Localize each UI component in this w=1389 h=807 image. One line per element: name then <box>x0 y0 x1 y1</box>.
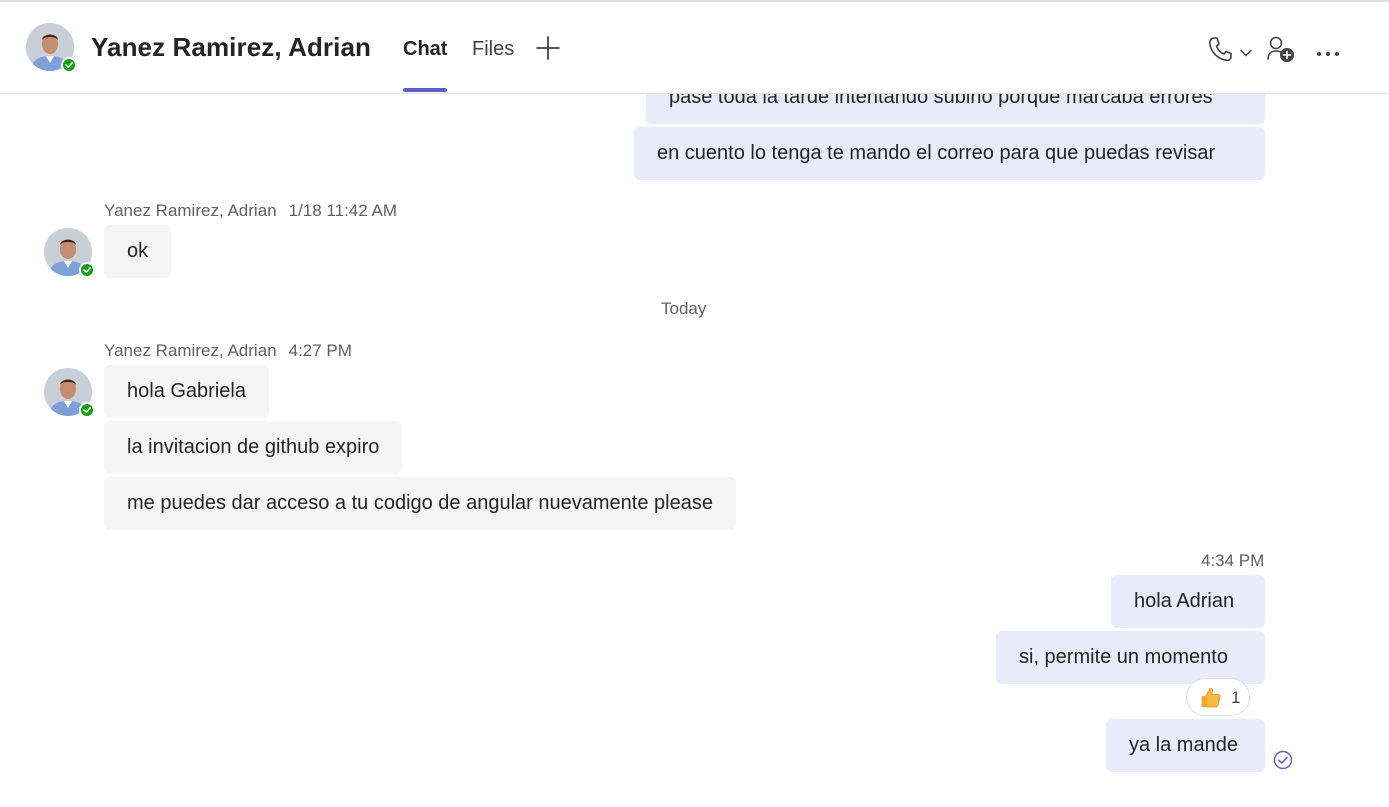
message-bubble-outgoing[interactable]: si, permite un momento <box>996 631 1265 684</box>
message-bubble-outgoing[interactable]: hola Adrian <box>1111 575 1265 628</box>
date-divider: Today <box>661 299 707 318</box>
more-options-icon[interactable] <box>1316 44 1340 62</box>
presence-available-icon <box>79 262 95 278</box>
message-list[interactable]: pase toda la tarde intentando subirlo po… <box>0 94 1389 807</box>
chat-header: Yanez Ramirez, Adrian Chat Files <box>0 2 1389 94</box>
plus-icon[interactable] <box>536 36 560 65</box>
phone-icon[interactable] <box>1208 36 1232 67</box>
sender-avatar[interactable] <box>44 368 95 418</box>
sender-name: Yanez Ramirez, Adrian <box>104 341 277 360</box>
sender-avatar[interactable] <box>44 228 95 278</box>
sender-name: Yanez Ramirez, Adrian <box>104 201 277 220</box>
message-bubble-incoming[interactable]: me puedes dar acceso a tu codigo de angu… <box>104 477 736 530</box>
message-bubble-incoming[interactable]: ok <box>104 225 172 278</box>
message-timestamp: 4:27 PM <box>288 341 352 360</box>
message-bubble-outgoing[interactable]: en cuento lo tenga te mando el correo pa… <box>634 127 1265 180</box>
active-tab-indicator <box>403 88 447 92</box>
chevron-down-icon[interactable] <box>1240 44 1252 62</box>
reaction-pill[interactable]: 1 <box>1186 678 1250 716</box>
chat-title[interactable]: Yanez Ramirez, Adrian <box>91 32 371 63</box>
message-meta: Yanez Ramirez, Adrian 1/18 11:42 AM <box>104 201 397 221</box>
message-timestamp: 4:34 PM <box>1201 551 1265 570</box>
presence-available-icon <box>79 402 95 418</box>
message-meta: Yanez Ramirez, Adrian 4:27 PM <box>104 341 352 361</box>
thumbs-up-icon <box>1201 687 1221 708</box>
presence-available-icon <box>61 57 77 73</box>
message-bubble-outgoing[interactable]: ya la mande <box>1106 719 1265 772</box>
tab-files[interactable]: Files <box>472 38 514 61</box>
message-bubble-incoming[interactable]: la invitacion de github expiro <box>104 421 403 474</box>
reaction-count: 1 <box>1231 688 1241 707</box>
message-bubble-outgoing[interactable]: pase toda la tarde intentando subirlo po… <box>646 94 1265 124</box>
tab-chat[interactable]: Chat <box>403 38 447 61</box>
message-timestamp: 1/18 11:42 AM <box>288 201 397 220</box>
read-receipt-icon <box>1273 750 1293 775</box>
message-bubble-incoming[interactable]: hola Gabriela <box>104 365 269 418</box>
add-people-icon[interactable] <box>1266 35 1296 68</box>
contact-avatar[interactable] <box>26 23 77 73</box>
